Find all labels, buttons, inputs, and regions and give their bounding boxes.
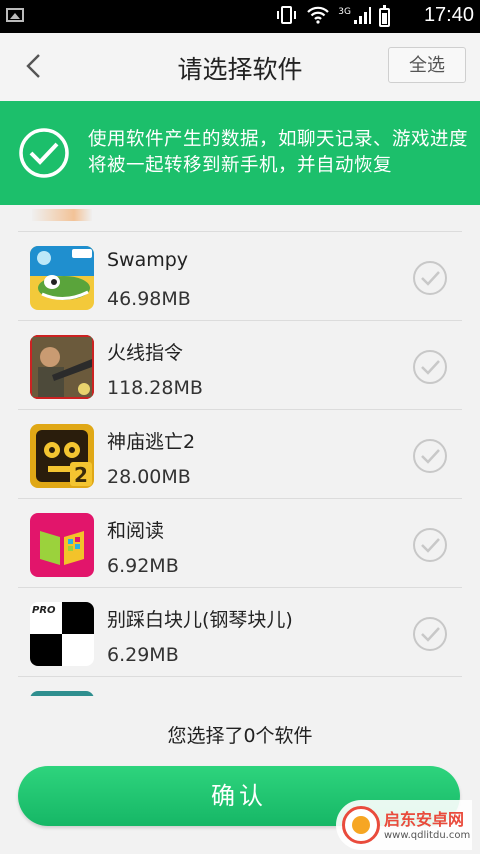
network-type: 3G xyxy=(338,6,351,17)
banner-message: 使用软件产生的数据，如聊天记录、游戏进度将被一起转移到新手机，并自动恢复 xyxy=(88,129,469,176)
signal-icon xyxy=(353,5,371,30)
selection-count: 您选择了0个软件 xyxy=(167,725,313,747)
he-reading-app-icon xyxy=(30,513,94,577)
clock: 17:40 xyxy=(423,4,474,26)
unchecked-circle-icon[interactable] xyxy=(412,616,448,652)
app-row[interactable]: PRO 别踩白块儿(钢琴块儿) 6.29MB xyxy=(18,587,462,676)
fireline-app-icon xyxy=(30,335,94,399)
temple-run-2-app-icon: 2 xyxy=(30,424,94,488)
app-size: 118.28MB xyxy=(107,377,203,399)
svg-text:PRO: PRO xyxy=(32,605,56,616)
wifi-icon xyxy=(306,5,330,30)
status-bar: 3G 17:40 xyxy=(0,0,480,33)
app-size: 6.92MB xyxy=(107,555,179,577)
watermark-logo-icon xyxy=(342,806,380,844)
app-list[interactable]: Swampy 46.98MB 火线指令 118.28MB 2 神庙逃亡2 28.… xyxy=(18,205,462,696)
vibrate-icon xyxy=(276,5,298,30)
app-name: 神庙逃亡2 xyxy=(107,431,196,453)
app-row[interactable]: Swampy 46.98MB xyxy=(18,231,462,320)
watermark-title: 启东安卓网 xyxy=(384,810,465,829)
unchecked-circle-icon[interactable] xyxy=(412,349,448,385)
app-name: Swampy xyxy=(107,249,189,271)
unchecked-circle-icon[interactable] xyxy=(412,527,448,563)
app-name: 火线指令 xyxy=(107,342,184,364)
app-row[interactable]: 和阅读 6.92MB xyxy=(18,498,462,587)
svg-text:2: 2 xyxy=(74,463,88,487)
unchecked-circle-icon[interactable] xyxy=(412,438,448,474)
select-all-button[interactable]: 全选 xyxy=(388,47,466,83)
site-watermark: 启东安卓网 www.qdlitdu.com xyxy=(336,800,472,850)
app-name: 别踩白块儿(钢琴块儿) xyxy=(107,609,293,631)
app-name: 和阅读 xyxy=(107,520,165,542)
app-size: 6.29MB xyxy=(107,644,179,666)
title-bar: 请选择软件 全选 xyxy=(0,33,480,101)
app-size: 46.98MB xyxy=(107,288,191,310)
app-row[interactable] xyxy=(18,676,462,696)
app-row[interactable]: 火线指令 118.28MB xyxy=(18,320,462,409)
partial-app-icon xyxy=(30,691,94,696)
unchecked-circle-icon[interactable] xyxy=(412,260,448,296)
checkmark-circle-icon xyxy=(19,128,69,178)
status-icons: 3G xyxy=(276,4,390,30)
app-row[interactable]: 2 神庙逃亡2 28.00MB xyxy=(18,409,462,498)
app-size: 28.00MB xyxy=(107,466,191,488)
partial-app-icon xyxy=(32,209,92,221)
swampy-app-icon xyxy=(30,246,94,310)
battery-icon xyxy=(379,4,390,27)
gallery-notification-icon xyxy=(6,8,24,22)
watermark-url: www.qdlitdu.com xyxy=(384,830,471,841)
piano-tiles-app-icon: PRO xyxy=(30,602,94,666)
info-banner: 使用软件产生的数据，如聊天记录、游戏进度将被一起转移到新手机，并自动恢复 xyxy=(0,101,480,205)
